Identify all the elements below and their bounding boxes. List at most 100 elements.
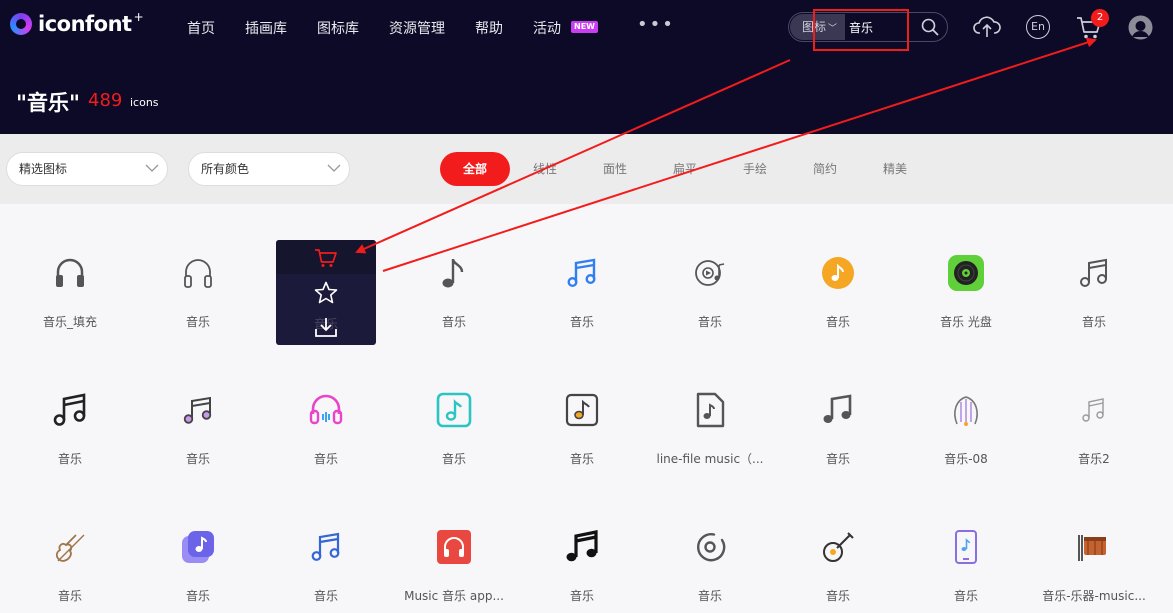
music-app-teal-icon	[436, 392, 472, 428]
icon-card[interactable]: 音乐	[774, 499, 902, 613]
icon-card[interactable]: 音乐	[774, 225, 902, 345]
headphones-filled-icon	[56, 258, 84, 287]
nav-activity-label: 活动	[533, 21, 561, 37]
logo-mark-icon	[10, 13, 32, 35]
nav-illustrations[interactable]: 插画库	[245, 18, 287, 38]
icon-label: 音乐	[569, 589, 594, 603]
results-unit: icons	[130, 96, 159, 109]
icon-card[interactable]: 音乐	[518, 362, 646, 482]
icon-label: 音乐	[825, 315, 850, 329]
icon-card[interactable]: 音乐	[262, 499, 390, 613]
icon-card[interactable]: 音乐	[518, 225, 646, 345]
avatar[interactable]	[1128, 15, 1153, 40]
icon-card[interactable]: 音乐	[518, 499, 646, 613]
style-tabs: 全部 线性 面性 扁平 手绘 简约 精美	[440, 152, 930, 186]
nav-icon-library[interactable]: 图标库	[317, 18, 359, 38]
icon-label: 音乐	[825, 452, 850, 466]
icon-label: 音乐	[441, 452, 466, 466]
main-nav: 首页 插画库 图标库 资源管理 帮助 活动 NEW	[187, 18, 598, 38]
phone-music-icon	[955, 530, 977, 564]
nav-resource-management[interactable]: 资源管理	[389, 18, 445, 38]
tab-exquisite[interactable]: 精美	[860, 152, 930, 186]
tab-solid[interactable]: 面性	[580, 152, 650, 186]
icon-card[interactable]: 音乐	[6, 362, 134, 482]
icon-card[interactable]: 音乐	[6, 499, 134, 613]
icon-card[interactable]: 音乐	[390, 362, 518, 482]
icon-card[interactable]: 音乐	[646, 499, 774, 613]
icon-card[interactable]: 音乐	[262, 362, 390, 482]
icon-label: 音乐	[569, 315, 594, 329]
music-notes-bold-icon	[566, 530, 598, 562]
icon-label: 音乐	[185, 589, 210, 603]
icon-label: 音乐	[313, 452, 338, 466]
icon-label: 音乐	[185, 452, 210, 466]
nav-activity[interactable]: 活动 NEW	[533, 18, 598, 38]
icon-card[interactable]: 音乐-乐器-music...	[1030, 499, 1158, 613]
icon-label: 音乐	[697, 589, 722, 603]
icon-hover-actions: 音乐	[276, 240, 376, 345]
icon-card[interactable]: 音乐	[646, 225, 774, 345]
filter-dropdown-color[interactable]: 所有颜色	[188, 152, 350, 186]
cart-count-badge: 2	[1091, 9, 1109, 27]
icon-card[interactable]: 音乐	[390, 225, 518, 345]
icon-label: 音乐	[57, 452, 82, 466]
more-menu-icon[interactable]: •••	[637, 14, 675, 35]
disc-play-icon	[695, 260, 725, 286]
music-note-single-icon	[442, 258, 464, 288]
music-notes-purple-icon	[183, 396, 212, 424]
icon-label: 音乐	[825, 589, 850, 603]
icon-card[interactable]: 音乐	[134, 499, 262, 613]
music-note-circle-icon	[822, 257, 854, 289]
music-square-icon	[565, 393, 599, 427]
icon-card[interactable]: 音乐	[774, 362, 902, 482]
music-notes-black-icon	[53, 393, 86, 426]
icon-label: 音乐	[313, 589, 338, 603]
music-app-red-icon	[437, 530, 471, 564]
icon-card[interactable]: line-file music（...	[646, 362, 774, 482]
language-icon[interactable]: En	[1026, 15, 1050, 39]
record-spin-icon	[696, 532, 726, 562]
top-header: iconfont + 首页 插画库 图标库 资源管理 帮助 活动 NEW ••• …	[0, 0, 1173, 134]
music-notes-blue-icon	[567, 258, 596, 288]
star-icon[interactable]	[314, 281, 338, 304]
upload-cloud-icon[interactable]	[973, 14, 1001, 40]
search-highlight-box	[813, 9, 909, 51]
icon-card[interactable]: 音乐	[902, 499, 1030, 613]
filter-bar: 精选图标 所有颜色 全部 线性 面性 扁平 手绘 简约 精美	[0, 134, 1173, 204]
icon-card[interactable]: Music 音乐 app...	[390, 499, 518, 613]
violin-icon	[55, 534, 85, 562]
new-badge: NEW	[571, 21, 598, 33]
nav-home[interactable]: 首页	[187, 18, 215, 38]
harp-icon	[954, 396, 978, 426]
nav-help[interactable]: 帮助	[475, 18, 503, 38]
logo[interactable]: iconfont +	[10, 10, 144, 36]
icon-card[interactable]: 音乐2	[1030, 362, 1158, 482]
icon-card[interactable]: 音乐_填充	[6, 225, 134, 345]
icon-card[interactable]: 音乐	[134, 362, 262, 482]
icon-label: 音乐-08	[944, 452, 988, 466]
chevron-down-icon	[327, 164, 341, 172]
tab-flat[interactable]: 扁平	[650, 152, 720, 186]
search-icon[interactable]	[921, 18, 939, 36]
add-to-cart-icon[interactable]	[314, 248, 338, 268]
icon-label: 音乐 光盘	[940, 315, 992, 329]
icon-card[interactable]: 音乐	[134, 225, 262, 345]
filter-dropdown-featured[interactable]: 精选图标	[6, 152, 168, 186]
icon-card[interactable]: 音乐	[1030, 225, 1158, 345]
headphones-outline-icon	[184, 259, 212, 288]
icon-card[interactable]: 音乐 光盘	[902, 225, 1030, 345]
tab-all[interactable]: 全部	[440, 152, 510, 186]
icon-label: 音乐2	[1078, 452, 1110, 466]
tab-linear[interactable]: 线性	[510, 152, 580, 186]
download-icon[interactable]	[314, 316, 338, 338]
tab-simple[interactable]: 简约	[790, 152, 860, 186]
headphones-pink-icon	[309, 394, 343, 425]
music-notes-blue2-icon	[311, 532, 340, 561]
guitar-icon	[823, 532, 854, 562]
icon-label: 音乐	[185, 315, 210, 329]
music-app-purple-icon	[182, 531, 214, 563]
icon-card[interactable]: 音乐-08	[902, 362, 1030, 482]
results-count: 489	[88, 90, 123, 111]
tab-hand-drawn[interactable]: 手绘	[720, 152, 790, 186]
logo-text: iconfont	[38, 12, 132, 36]
